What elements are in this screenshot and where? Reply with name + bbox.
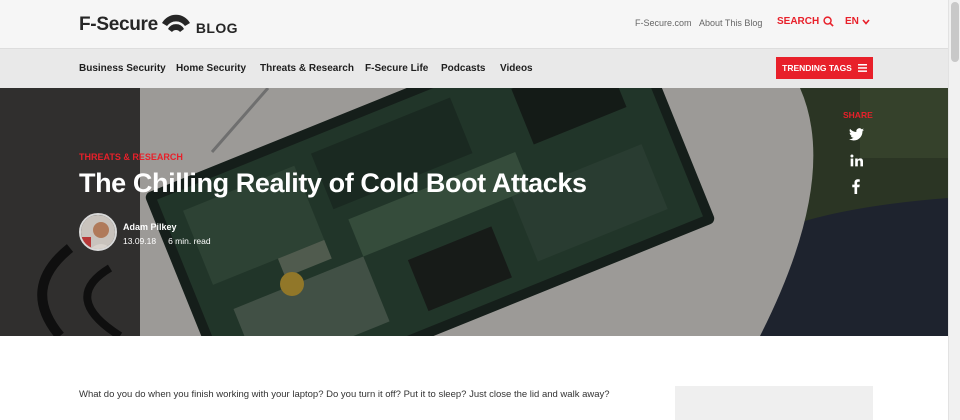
article-category[interactable]: THREATS & RESEARCH — [79, 152, 183, 162]
logo-arc-icon — [161, 14, 190, 32]
facebook-icon[interactable] — [847, 177, 865, 195]
top-bar: F-Secure BLOG F-Secure.com About This Bl… — [0, 0, 948, 48]
chevron-down-icon — [862, 18, 870, 25]
article-hero: THREATS & RESEARCH The Chilling Reality … — [0, 88, 948, 336]
nav-fsecure-life[interactable]: F-Secure Life — [365, 63, 428, 74]
share-label: SHARE — [843, 110, 873, 120]
nav-home-security[interactable]: Home Security — [176, 63, 246, 74]
page-scrollbar[interactable] — [948, 0, 960, 420]
hero-background-image — [0, 88, 948, 336]
read-time: 6 min. read — [168, 236, 211, 246]
nav-threats-research[interactable]: Threats & Research — [260, 63, 354, 74]
sidebar-panel — [675, 386, 873, 420]
nav-videos[interactable]: Videos — [500, 63, 533, 74]
menu-icon — [857, 64, 867, 72]
search-button[interactable]: SEARCH — [777, 16, 834, 27]
publish-date: 13.09.18 — [123, 236, 157, 246]
linkedin-icon[interactable] — [847, 151, 865, 169]
language-label: EN — [845, 16, 859, 27]
fsecure-com-link[interactable]: F-Secure.com — [635, 18, 692, 28]
article-meta: 13.09.18 6 min. read — [123, 236, 211, 246]
author-avatar[interactable] — [79, 213, 117, 251]
main-nav: Business Security Home Security Threats … — [0, 48, 948, 88]
trending-tags-label: TRENDING TAGS — [782, 63, 852, 73]
search-label: SEARCH — [777, 16, 820, 27]
trending-tags-button[interactable]: TRENDING TAGS — [776, 57, 873, 79]
about-blog-link[interactable]: About This Blog — [699, 18, 762, 28]
author-name[interactable]: Adam Pilkey — [123, 222, 177, 232]
logo-wordmark: F-Secure — [79, 14, 158, 35]
logo-blog-label: BLOG — [195, 20, 238, 36]
search-icon — [823, 16, 834, 27]
language-selector[interactable]: EN — [845, 16, 870, 27]
f-secure-logo[interactable]: F-Secure BLOG — [79, 10, 238, 40]
nav-business-security[interactable]: Business Security — [79, 63, 166, 74]
article-intro: What do you do when you finish working w… — [79, 389, 610, 400]
article-title: The Chilling Reality of Cold Boot Attack… — [79, 168, 587, 198]
nav-podcasts[interactable]: Podcasts — [441, 63, 485, 74]
twitter-icon[interactable] — [847, 125, 865, 143]
scrollbar-thumb[interactable] — [951, 2, 959, 62]
